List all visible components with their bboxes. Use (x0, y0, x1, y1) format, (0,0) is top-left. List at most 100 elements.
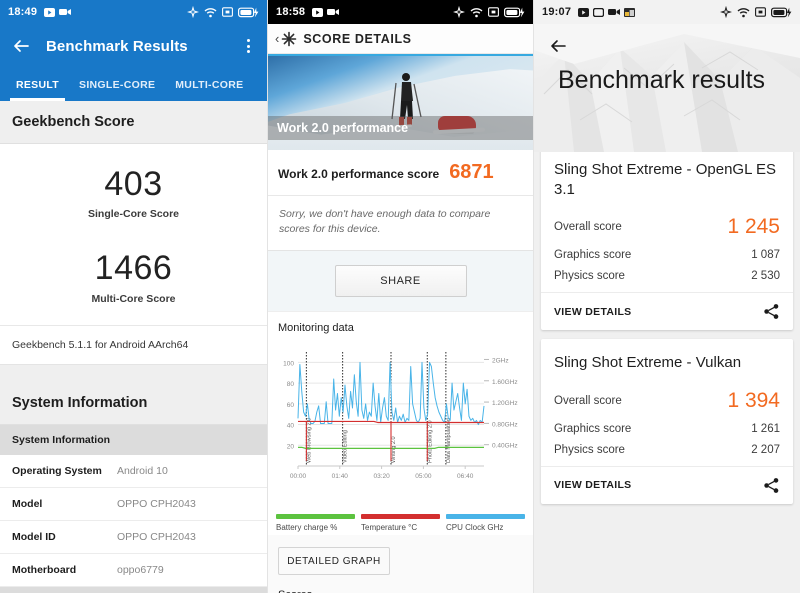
overall-score-row: Overall score 1 394 (554, 389, 780, 413)
svg-text:0.80GHz: 0.80GHz (492, 422, 518, 429)
page-title: SCORE DETAILS (303, 32, 411, 46)
physics-score-label: Physics score (554, 270, 625, 282)
legend-label-battery: Battery charge % (276, 523, 355, 532)
page-title: Benchmark results (558, 66, 765, 94)
panel-3dmark: 19:07 (534, 0, 800, 593)
overall-score-label: Overall score (554, 395, 622, 407)
svg-text:20: 20 (287, 444, 295, 451)
result-card-opengl[interactable]: Sling Shot Extreme - OpenGL ES 3.1 Overa… (541, 146, 793, 330)
scores-heading: Scores (268, 583, 533, 593)
wifi-icon (470, 7, 483, 18)
score-label: Work 2.0 performance score (278, 167, 439, 181)
table-row: Model ID OPPO CPH2043 (0, 521, 267, 554)
result-card-vulkan[interactable]: Sling Shot Extreme - Vulkan Overall scor… (541, 339, 793, 504)
card-footer: VIEW DETAILS (554, 467, 780, 494)
svg-text:40: 40 (287, 423, 295, 430)
row-key: Model ID (12, 531, 117, 543)
table-header-system-information: System Information (0, 425, 267, 455)
wifi-icon (204, 7, 217, 18)
multi-core-score-value: 1466 (0, 250, 267, 287)
geekbench-version: Geekbench 5.1.1 for Android AArch64 (0, 326, 267, 365)
graphics-score-value: 1 261 (751, 423, 780, 435)
status-left-icons (44, 8, 71, 17)
view-details-button[interactable]: VIEW DETAILS (554, 306, 632, 318)
cast-icon (488, 7, 499, 17)
graphics-score-value: 1 087 (751, 249, 780, 261)
legend-swatch-cpuclock (446, 514, 525, 519)
youtube-icon (44, 8, 55, 17)
card-title: Sling Shot Extreme - Vulkan (554, 353, 780, 373)
status-time: 18:49 (8, 6, 37, 18)
gallery-icon (624, 8, 635, 17)
row-value: Android 10 (117, 465, 168, 477)
row-value: oppo6779 (117, 564, 164, 576)
location-icon (720, 6, 732, 18)
share-icon[interactable] (763, 477, 780, 494)
share-icon[interactable] (763, 303, 780, 320)
graphics-score-row: Graphics score 1 261 (554, 423, 780, 435)
legend-label-temperature: Temperature °C (361, 523, 440, 532)
location-icon (453, 6, 465, 18)
graphics-score-label: Graphics score (554, 423, 631, 435)
physics-score-row: Physics score 2 207 (554, 444, 780, 456)
svg-text:100: 100 (283, 361, 294, 368)
row-value: OPPO CPH2043 (117, 531, 196, 543)
table-row: Motherboard oppo6779 (0, 554, 267, 587)
graphics-score-label: Graphics score (554, 249, 631, 261)
single-core-score-label: Single-Core Score (0, 208, 267, 220)
legend-item-cpuclock: CPU Clock GHz (446, 514, 525, 532)
view-details-button[interactable]: VIEW DETAILS (554, 479, 632, 491)
status-right-icons (453, 6, 525, 18)
monitoring-chart[interactable]: 204060801000.40GHz0.80GHz1.20GHz1.60GHz2… (268, 342, 533, 507)
card-title: Sling Shot Extreme - OpenGL ES 3.1 (554, 160, 780, 199)
wifi-icon (737, 7, 750, 18)
overflow-menu-icon[interactable] (239, 36, 257, 56)
screen-record-icon (59, 8, 71, 16)
hero-banner: Benchmark results (534, 24, 800, 152)
pcmark-appbar: ‹ SCORE DETAILS (268, 24, 533, 54)
svg-text:05:00: 05:00 (415, 473, 432, 480)
status-time: 18:58 (276, 6, 305, 18)
back-chevron-icon[interactable]: ‹ (275, 31, 279, 46)
status-left-icons (578, 8, 635, 17)
hero-caption-text: Work 2.0 performance (277, 121, 408, 135)
back-arrow-icon[interactable] (548, 36, 568, 56)
svg-text:80: 80 (287, 382, 295, 389)
tab-single-core[interactable]: SINGLE-CORE (69, 68, 165, 101)
back-arrow-icon[interactable] (10, 35, 32, 57)
overall-score-row: Overall score 1 245 (554, 215, 780, 239)
svg-text:Writing 2.0: Writing 2.0 (391, 437, 397, 464)
monitoring-chart-svg: 204060801000.40GHz0.80GHz1.20GHz1.60GHz2… (272, 346, 528, 496)
battery-charging-icon (238, 7, 259, 18)
share-button[interactable]: SHARE (335, 265, 467, 297)
share-button-row: SHARE (268, 251, 533, 311)
svg-text:Photo Editing 2.0: Photo Editing 2.0 (427, 421, 433, 464)
tab-result[interactable]: RESULT (6, 68, 69, 101)
status-bar-3: 19:07 (534, 0, 800, 24)
panel-geekbench: 18:49 (0, 0, 267, 593)
panel-pcmark: 18:58 (267, 0, 534, 593)
screen-record-icon (608, 8, 620, 16)
svg-text:0.40GHz: 0.40GHz (492, 443, 518, 450)
physics-score-value: 2 530 (751, 270, 780, 282)
svg-text:06:40: 06:40 (457, 473, 474, 480)
hero-image: Work 2.0 performance (268, 54, 533, 150)
pcmark-snowflake-icon (281, 31, 297, 47)
detailed-graph-button[interactable]: DETAILED GRAPH (278, 547, 390, 575)
svg-text:1.60GHz: 1.60GHz (492, 379, 518, 386)
overall-score-label: Overall score (554, 221, 622, 233)
location-icon (187, 6, 199, 18)
tab-multi-core[interactable]: MULTI-CORE (165, 68, 253, 101)
card-footer: VIEW DETAILS (554, 293, 780, 320)
legend-swatch-temperature (361, 514, 440, 519)
chart-legend: Battery charge % Temperature °C CPU Cloc… (268, 507, 533, 535)
svg-text:60: 60 (287, 402, 295, 409)
status-left-icons (312, 8, 339, 17)
table-header-processor-information: Processor Information (0, 587, 267, 593)
status-bar-2: 18:58 (268, 0, 533, 24)
overall-score-value: 1 394 (727, 389, 780, 413)
monitoring-data-heading: Monitoring data (268, 311, 533, 342)
score-spacer (0, 220, 267, 250)
screenshot-triptych: 18:49 (0, 0, 800, 593)
row-key: Model (12, 498, 117, 510)
